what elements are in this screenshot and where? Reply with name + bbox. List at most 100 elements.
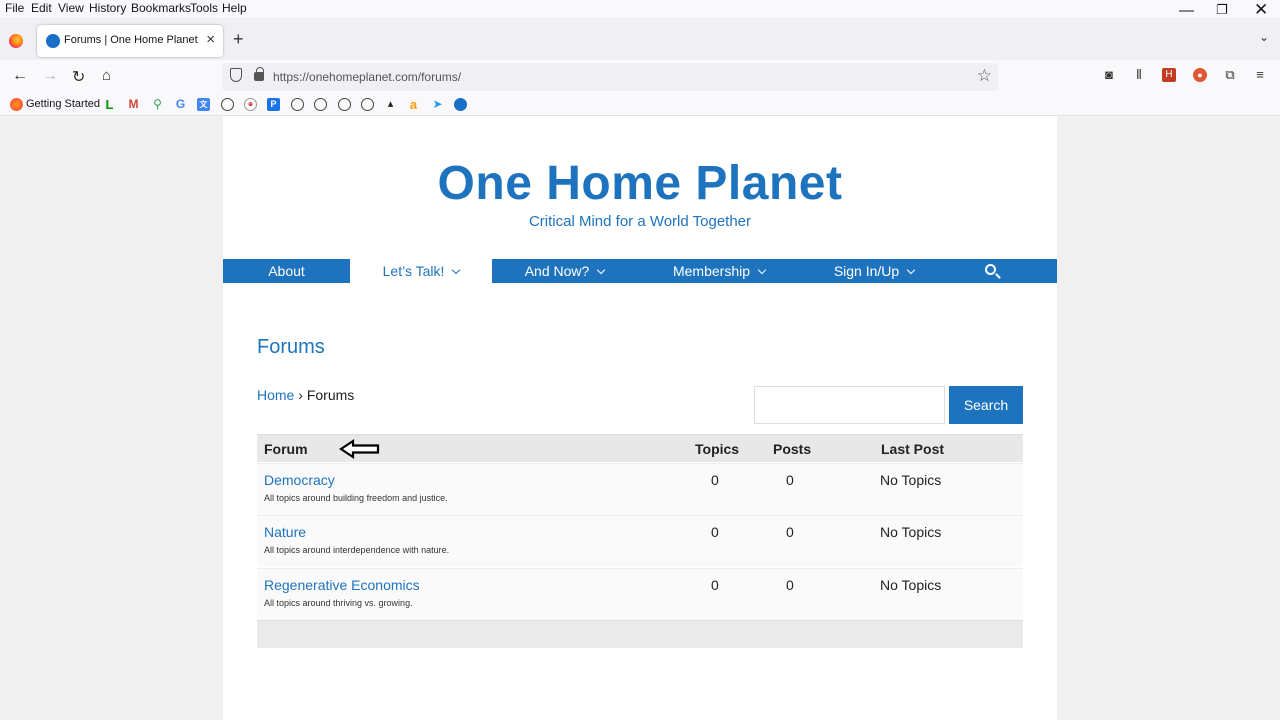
breadcrumb-separator: › [298,387,303,403]
gmail-icon[interactable]: M [127,98,140,111]
url-bar[interactable]: https://onehomeplanet.com/forums/ ☆ [222,63,998,91]
menu-tools[interactable]: Tools [190,1,218,15]
tab-title: Forums | One Home Planet [64,34,198,46]
news-icon[interactable]: ⊕ [244,98,257,111]
nav-and-now-label: And Now? [524,263,590,279]
firefox-bookmark-icon[interactable] [10,98,23,111]
posts-count: 0 [786,577,794,593]
primary-navigation: About Let’s Talk! And Now? Membership Si… [223,259,1057,283]
library-icon[interactable]: ⫴ [1132,68,1146,82]
main-content: Forums Home › Forums Search Forum Topics… [223,300,1057,720]
posts-count: 0 [786,524,794,540]
globe-icon[interactable] [361,98,374,111]
nav-lets-talk[interactable]: Let’s Talk! [350,259,492,283]
posts-count: 0 [786,472,794,488]
bookmark-star-icon[interactable]: ☆ [977,66,992,86]
header-topics: Topics [695,441,740,457]
page-title: Forums [257,336,325,358]
chevron-down-icon[interactable]: ⌄ [1259,30,1269,44]
tab-bar: Forums | One Home Planet × + ⌄ [0,18,1280,60]
nav-and-now[interactable]: And Now? [492,259,637,283]
close-window-icon[interactable]: ✕ [1254,0,1268,20]
search-icon[interactable] [985,264,996,275]
bookmark-p-icon[interactable]: P [267,98,280,111]
bookmark-getting-started[interactable]: Getting Started [26,98,100,110]
forum-link-nature[interactable]: Nature [264,524,306,540]
forum-description: All topics around building freedom and j… [264,493,448,503]
site-title[interactable]: One Home Planet [223,156,1057,211]
search-button[interactable]: Search [949,386,1023,424]
table-row: Nature All topics around interdependence… [257,515,1023,567]
forum-description: All topics around thriving vs. growing. [264,598,413,608]
nav-membership[interactable]: Membership [637,259,801,283]
chevron-down-icon [906,265,916,275]
header-forum: Forum [264,441,308,457]
globe-icon[interactable] [338,98,351,111]
forum-link-democracy[interactable]: Democracy [264,472,335,488]
nav-lets-talk-label: Let’s Talk! [382,263,445,279]
site-tagline: Critical Mind for a World Together [528,213,752,230]
menu-edit[interactable]: Edit [31,1,52,15]
menu-help[interactable]: Help [222,1,247,15]
amazon-icon[interactable]: a [407,98,420,111]
bookmark-l-icon[interactable]: L [103,98,116,111]
forward-icon[interactable]: → [42,67,58,85]
tracking-shield-icon[interactable] [230,68,242,82]
menu-file[interactable]: File [5,1,24,15]
menu-bookmarks[interactable]: Bookmarks [131,1,191,15]
menu-bar: File Edit View History Bookmarks Tools H… [0,0,1280,18]
breadcrumb-home[interactable]: Home [257,387,294,403]
nav-about[interactable]: About [223,259,350,283]
globe-icon[interactable] [314,98,327,111]
send-icon[interactable]: ➤ [431,98,444,111]
back-icon[interactable]: ← [12,67,28,85]
forum-link-regenerative-economics[interactable]: Regenerative Economics [264,577,420,593]
table-row: Regenerative Economics All topics around… [257,568,1023,620]
arrow-left-icon [339,438,380,460]
last-post: No Topics [880,577,942,593]
breadcrumb-current: Forums [306,387,355,403]
menu-view[interactable]: View [58,1,84,15]
minimize-icon[interactable]: — [1179,2,1194,19]
url-text[interactable]: https://onehomeplanet.com/forums/ [273,70,461,84]
bookmarks-toolbar: Getting Started L M ⚲ G 文 ⊕ P ▴ a ➤ [0,94,1280,116]
reload-icon[interactable]: ↻ [72,67,85,87]
lock-icon[interactable] [254,67,264,81]
extensions-icon[interactable]: ⧉ [1223,68,1237,82]
hamburger-menu-icon[interactable]: ≡ [1253,68,1267,82]
restore-icon[interactable]: ❐ [1216,2,1228,18]
forum-search-input[interactable] [754,386,945,424]
topics-count: 0 [711,577,719,593]
globe-icon[interactable] [221,98,234,111]
firefox-icon[interactable] [9,34,23,48]
topics-count: 0 [711,472,719,488]
menu-history[interactable]: History [89,1,126,15]
table-header: Forum Topics Posts Last Post [257,434,1023,462]
google-icon[interactable]: G [174,98,187,111]
topics-count: 0 [711,524,719,540]
header-last-post: Last Post [881,441,945,457]
tab-forums[interactable]: Forums | One Home Planet × [37,25,223,57]
close-tab-icon[interactable]: × [206,31,215,48]
nav-sign-in-up-label: Sign In/Up [833,263,900,279]
last-post: No Topics [880,472,942,488]
table-row: Democracy All topics around building fre… [257,463,1023,515]
nav-about-label: About [268,263,305,279]
cursor-icon[interactable]: ▴ [384,98,397,111]
translate-icon[interactable]: 文 [197,98,210,111]
home-icon[interactable]: ⌂ [102,67,111,84]
globe-icon[interactable] [291,98,304,111]
maps-icon[interactable]: ⚲ [151,98,164,111]
duckduckgo-icon[interactable]: ● [1193,68,1207,82]
site-bookmark-icon[interactable] [454,98,467,111]
last-post: No Topics [880,524,942,540]
new-tab-icon[interactable]: + [233,29,244,50]
nav-membership-label: Membership [672,263,751,279]
chevron-down-icon [597,265,606,275]
forum-table: Forum Topics Posts Last Post Democracy A… [257,434,1023,648]
pocket-icon[interactable]: ◙ [1102,68,1116,82]
nav-sign-in-up[interactable]: Sign In/Up [801,259,947,283]
site-header: One Home Planet Critical Mind for a Worl… [223,116,1057,300]
extension-h-icon[interactable]: H [1162,68,1176,82]
chevron-down-icon [452,265,461,275]
